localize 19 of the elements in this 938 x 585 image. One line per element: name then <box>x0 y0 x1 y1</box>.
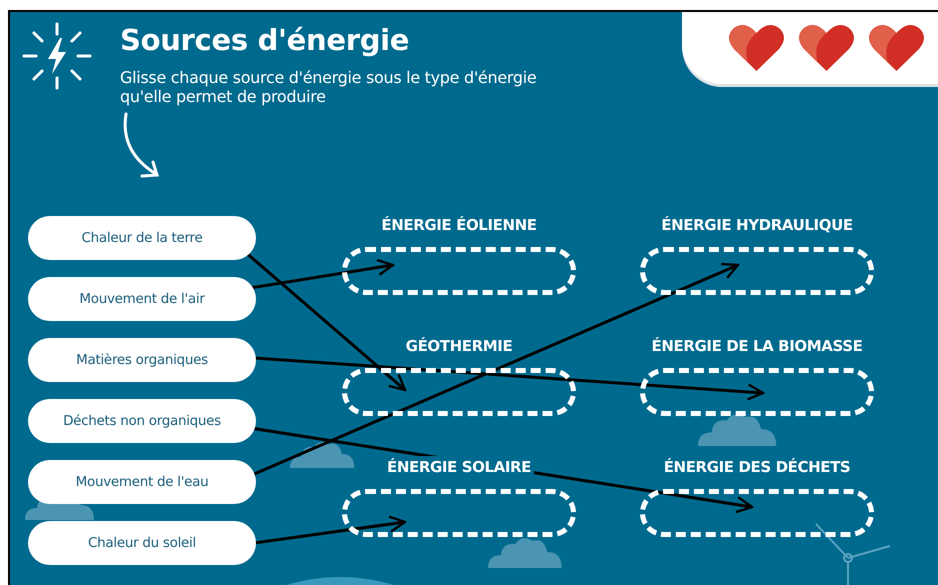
drop-zone[interactable] <box>640 489 874 537</box>
instruction-text: Glisse chaque source d'énergie sous le type d'énergie qu'elle permet de produire <box>120 68 538 106</box>
cloud-icon <box>488 538 562 568</box>
drop-zone[interactable] <box>342 368 576 416</box>
drop-zone[interactable] <box>640 368 874 416</box>
wind-turbine-icon <box>815 523 890 585</box>
drop-zone[interactable] <box>342 489 576 537</box>
source-card[interactable]: Chaleur de la terre <box>28 216 256 260</box>
source-card[interactable]: Chaleur du soleil <box>28 521 256 565</box>
cloud-icon <box>290 442 354 468</box>
cloud-icon <box>698 414 776 446</box>
source-card[interactable]: Mouvement de l'air <box>28 277 256 321</box>
page-title: Sources d'énergie <box>120 22 410 58</box>
source-card[interactable]: Mouvement de l'eau <box>28 460 256 504</box>
source-card[interactable]: Matières organiques <box>28 338 256 382</box>
lightning-icon <box>22 22 92 90</box>
drop-zone[interactable] <box>342 247 576 295</box>
source-card[interactable]: Déchets non organiques <box>28 399 256 443</box>
drop-zone[interactable] <box>640 247 874 295</box>
